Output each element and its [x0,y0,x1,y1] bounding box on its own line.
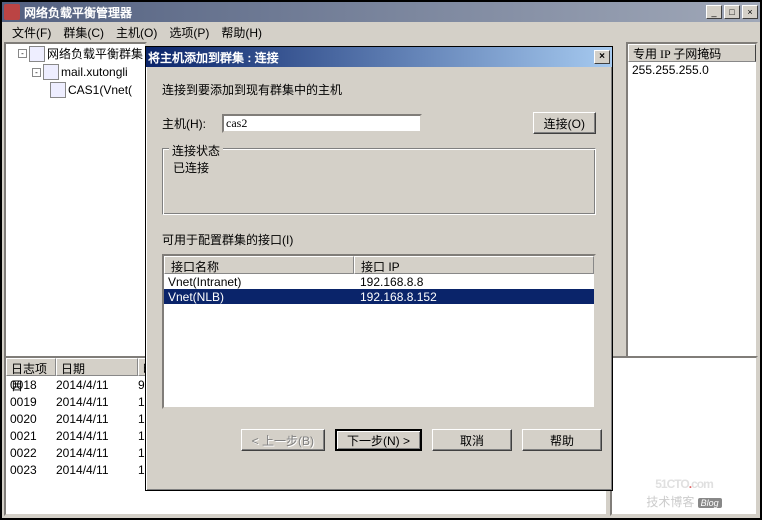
app-icon [4,4,20,20]
connection-status-legend: 连接状态 [169,142,223,159]
dialog-button-row: < 上一步(B) 下一步(N) > 取消 帮助 [146,423,612,451]
watermark-logo: 51CTO.com [655,463,713,495]
dialog-title: 将主机添加到群集 : 连接 [148,49,594,66]
collapse-icon[interactable]: - [32,68,41,77]
interfaces-list[interactable]: 接口名称 接口 IP Vnet(Intranet)192.168.8.8Vnet… [162,254,596,409]
cluster-icon [43,64,59,80]
menu-cluster[interactable]: 群集(C) [57,22,110,43]
interface-ip: 192.168.8.152 [360,290,594,304]
help-button[interactable]: 帮助 [522,429,602,451]
add-host-dialog: 将主机添加到群集 : 连接 × 连接到要添加到现有群集中的主机 主机(H): 连… [145,46,613,491]
connection-status-text: 已连接 [173,159,585,176]
back-button: < 上一步(B) [241,429,325,451]
log-cell-date: 2014/4/11 [56,429,138,443]
log-cell-id: 0022 [6,446,56,460]
tree-panel[interactable]: - 网络负载平衡群集 - mail.xutongli CAS1(Vnet( [4,42,147,358]
menu-host[interactable]: 主机(O) [110,22,163,43]
menu-help[interactable]: 帮助(H) [215,22,268,43]
minimize-button[interactable]: _ [706,5,722,19]
dialog-instruction: 连接到要添加到现有群集中的主机 [162,81,596,98]
tree-root-label: 网络负载平衡群集 [47,45,143,62]
interface-ip: 192.168.8.8 [360,275,594,289]
interfaces-col-name[interactable]: 接口名称 [164,256,354,274]
log-cell-date: 2014/4/11 [56,378,138,392]
host-icon [50,82,66,98]
menu-file[interactable]: 文件(F) [6,22,57,43]
host-input-row: 主机(H): 连接(O) [162,112,596,134]
collapse-icon[interactable]: - [18,49,27,58]
log-cell-id: 0023 [6,463,56,477]
watermark-panel: 51CTO.com 技术博客 Blog [610,356,758,516]
tree-root[interactable]: - 网络负载平衡群集 [6,44,145,63]
tree-host-label: CAS1(Vnet( [68,83,132,97]
interface-name: Vnet(NLB) [164,290,360,304]
log-col-date[interactable]: 日期 [56,358,138,376]
window-title: 网络负载平衡管理器 [24,4,704,21]
log-cell-date: 2014/4/11 [56,463,138,477]
right-row-value: 255.255.255.0 [628,62,756,78]
dialog-close-button[interactable]: × [594,50,610,64]
right-panel: 专用 IP 子网掩码 255.255.255.0 [626,42,758,358]
interfaces-rows: Vnet(Intranet)192.168.8.8Vnet(NLB)192.16… [164,274,594,304]
log-cell-date: 2014/4/11 [56,395,138,409]
interface-row[interactable]: Vnet(Intranet)192.168.8.8 [164,274,594,289]
interfaces-col-ip[interactable]: 接口 IP [354,256,594,274]
main-titlebar: 网络负载平衡管理器 _ □ × [2,2,760,22]
log-col-id[interactable]: 日志项目 [6,358,56,376]
cluster-root-icon [29,46,45,62]
connect-button[interactable]: 连接(O) [533,112,596,134]
host-label: 主机(H): [162,115,222,132]
log-cell-date: 2014/4/11 [56,412,138,426]
host-input[interactable] [222,114,422,133]
dialog-titlebar: 将主机添加到群集 : 连接 × [146,47,612,67]
interface-row[interactable]: Vnet(NLB)192.168.8.152 [164,289,594,304]
dialog-body: 连接到要添加到现有群集中的主机 主机(H): 连接(O) 连接状态 已连接 可用… [146,67,612,423]
interface-name: Vnet(Intranet) [164,275,360,289]
close-button[interactable]: × [742,5,758,19]
cancel-button[interactable]: 取消 [432,429,512,451]
watermark-sub: 技术博客 Blog [646,493,721,510]
interfaces-label: 可用于配置群集的接口(I) [162,231,596,248]
tree-cluster[interactable]: - mail.xutongli [6,63,145,81]
right-column-header[interactable]: 专用 IP 子网掩码 [628,44,756,62]
maximize-button[interactable]: □ [724,5,740,19]
next-button[interactable]: 下一步(N) > [335,429,422,451]
tree-cluster-label: mail.xutongli [61,65,128,79]
log-cell-id: 0021 [6,429,56,443]
interfaces-header: 接口名称 接口 IP [164,256,594,274]
log-cell-id: 0018 [6,378,56,392]
menu-options[interactable]: 选项(P) [163,22,215,43]
log-cell-id: 0019 [6,395,56,409]
connection-status-group: 连接状态 已连接 [162,148,596,215]
menubar: 文件(F) 群集(C) 主机(O) 选项(P) 帮助(H) [2,22,760,42]
log-cell-date: 2014/4/11 [56,446,138,460]
log-cell-id: 0020 [6,412,56,426]
tree-host[interactable]: CAS1(Vnet( [6,81,145,99]
